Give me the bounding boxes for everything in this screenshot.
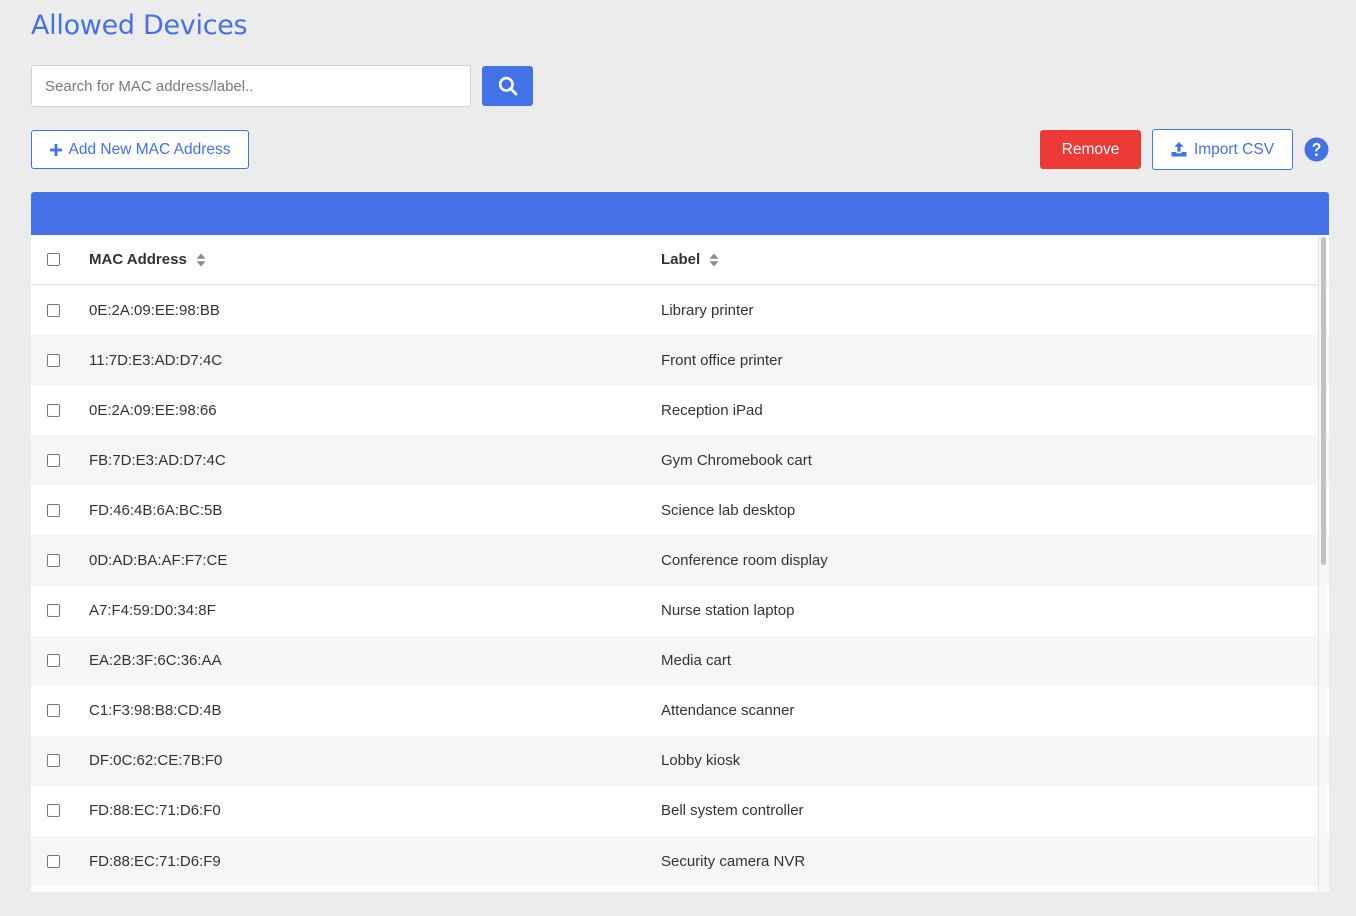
cell-mac-address: 0E:2A:09:EE:98:BB	[89, 301, 220, 319]
table-row[interactable]: EA:2B:3F:6C:36:AA Media cart	[31, 635, 1329, 686]
cell-mac-address: DF:0C:62:CE:7B:F0	[89, 752, 223, 770]
table-scrollbar[interactable]	[1318, 235, 1327, 892]
table-header: MAC Address Label	[31, 235, 1329, 285]
cell-label: Nurse station laptop	[661, 602, 795, 620]
cell-label: Conference room display	[661, 552, 828, 570]
devices-table: MAC Address Label 0E:2A:09:EE:98:BB Libr	[31, 192, 1329, 892]
import-csv-label: Import CSV	[1193, 140, 1275, 158]
table-row[interactable]: 0E:2A:09:EE:98:BB Library printer	[31, 285, 1329, 335]
row-checkbox[interactable]	[47, 654, 60, 668]
cell-mac-address: A7:F4:59:D0:34:8F	[89, 602, 216, 620]
cell-mac-address: FD:88:EC:71:D6:F9	[89, 852, 221, 870]
cell-mac-address: FD:46:4B:6A:BC:5B	[89, 501, 223, 519]
row-checkbox[interactable]	[47, 503, 60, 517]
sort-icon	[709, 253, 719, 266]
page-title: Allowed Devices	[31, 10, 248, 41]
cell-mac-address: 0D:AD:BA:AF:F7:CE	[89, 552, 228, 570]
table-row[interactable]: 0E:2A:09:EE:98:66 Reception iPad	[31, 385, 1329, 435]
search-button[interactable]	[482, 66, 533, 106]
row-checkbox[interactable]	[47, 854, 60, 868]
cell-label: Bell system controller	[661, 802, 804, 820]
table-row[interactable]: C1:F3:98:B8:CD:4B Attendance scanner	[31, 686, 1329, 736]
cell-label: Media cart	[661, 652, 732, 670]
cell-mac-address: FD:88:EC:71:D6:F0	[89, 802, 221, 820]
table-body: 0E:2A:09:EE:98:BB Library printer 11:7D:…	[31, 285, 1329, 887]
remove-button[interactable]: Remove	[1040, 130, 1141, 169]
cell-label: Gym Chromebook cart	[661, 451, 812, 469]
select-all-checkbox[interactable]	[47, 253, 60, 266]
table-row[interactable]: FB:7D:E3:AD:D7:4C Gym Chromebook cart	[31, 435, 1329, 486]
row-checkbox[interactable]	[47, 303, 60, 317]
row-checkbox[interactable]	[47, 704, 60, 718]
add-mac-address-label: Add New MAC Address	[68, 140, 231, 158]
table-row[interactable]: DF:0C:62:CE:7B:F0 Lobby kiosk	[31, 735, 1329, 786]
cell-label: Lobby kiosk	[661, 752, 741, 770]
column-header-mac-label: MAC Address	[89, 251, 187, 268]
cell-label: Library printer	[661, 301, 754, 319]
cell-mac-address: EA:2B:3F:6C:36:AA	[89, 652, 222, 670]
row-checkbox[interactable]	[47, 403, 60, 417]
cell-mac-address: 11:7D:E3:AD:D7:4C	[89, 351, 223, 369]
cell-label: Security camera NVR	[661, 852, 806, 870]
plus-icon	[49, 143, 62, 156]
sort-icon	[196, 253, 206, 266]
cell-label: Science lab desktop	[661, 501, 796, 519]
cell-label: Attendance scanner	[661, 702, 795, 720]
table-row[interactable]: 0D:AD:BA:AF:F7:CE Conference room displa…	[31, 535, 1329, 586]
column-header-mac-address[interactable]: MAC Address	[89, 251, 206, 268]
add-mac-address-button[interactable]: Add New MAC Address	[31, 130, 249, 169]
row-checkbox[interactable]	[47, 604, 60, 618]
table-row[interactable]: FD:46:4B:6A:BC:5B Science lab desktop	[31, 485, 1329, 535]
table-row[interactable]: FD:88:EC:71:D6:F9 Security camera NVR	[31, 836, 1329, 887]
row-checkbox[interactable]	[47, 804, 60, 818]
table-toolbar-bar	[31, 192, 1329, 235]
table-row[interactable]: FD:88:EC:71:D6:F0 Bell system controller	[31, 786, 1329, 836]
upload-icon	[1171, 142, 1187, 157]
table-row[interactable]: 11:7D:E3:AD:D7:4C Front office printer	[31, 335, 1329, 386]
column-header-label-text: Label	[661, 251, 701, 268]
cell-label: Front office printer	[661, 351, 783, 369]
column-header-label[interactable]: Label	[661, 251, 719, 268]
import-csv-button[interactable]: Import CSV	[1152, 129, 1293, 170]
cell-mac-address: 0E:2A:09:EE:98:66	[89, 401, 217, 419]
search-icon	[498, 76, 517, 96]
table-row[interactable]: A7:F4:59:D0:34:8F Nurse station laptop	[31, 586, 1329, 636]
row-checkbox[interactable]	[47, 754, 60, 768]
row-checkbox[interactable]	[47, 453, 60, 467]
search-input[interactable]	[31, 65, 471, 107]
row-checkbox[interactable]	[47, 554, 60, 568]
cell-label: Reception iPad	[661, 401, 763, 419]
cell-mac-address: C1:F3:98:B8:CD:4B	[89, 702, 222, 720]
cell-mac-address: FB:7D:E3:AD:D7:4C	[89, 451, 226, 469]
scrollbar-thumb[interactable]	[1321, 237, 1326, 565]
row-checkbox[interactable]	[47, 353, 60, 367]
question-circle-icon[interactable]	[1304, 137, 1329, 162]
